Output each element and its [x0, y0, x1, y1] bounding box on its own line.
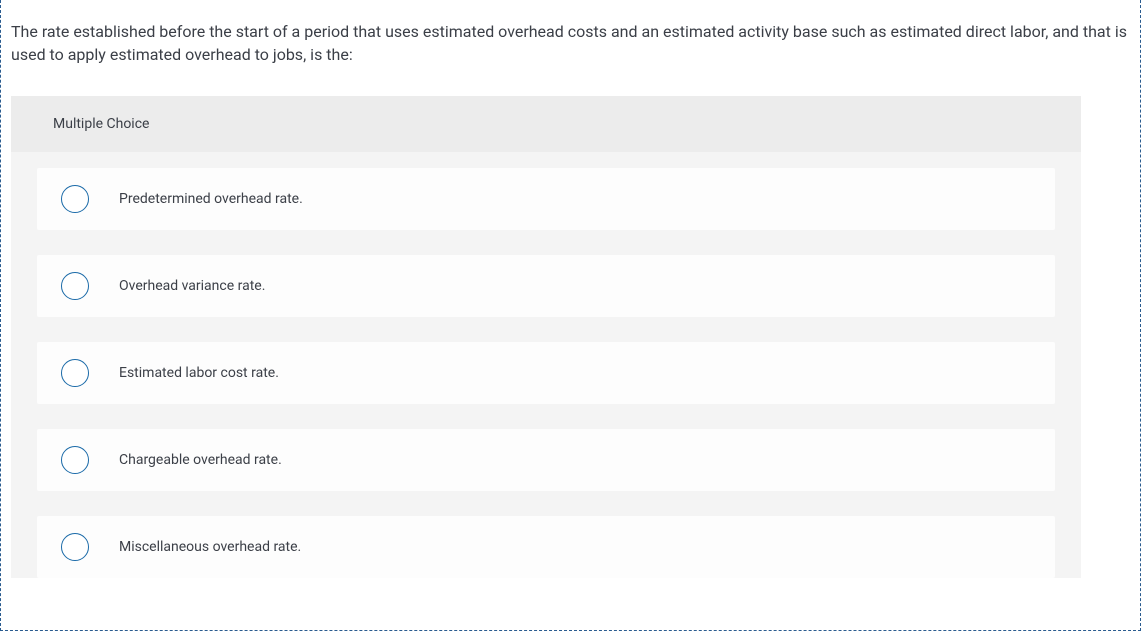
option-label: Overhead variance rate.	[119, 278, 265, 294]
option-0[interactable]: Predetermined overhead rate.	[37, 168, 1055, 230]
option-2[interactable]: Estimated labor cost rate.	[37, 342, 1055, 404]
option-label: Chargeable overhead rate.	[119, 452, 282, 468]
option-label: Predetermined overhead rate.	[119, 191, 303, 207]
option-1[interactable]: Overhead variance rate.	[37, 255, 1055, 317]
question-prompt: The rate established before the start of…	[1, 0, 1140, 96]
radio-icon[interactable]	[61, 185, 89, 213]
radio-icon[interactable]	[61, 272, 89, 300]
radio-icon[interactable]	[61, 446, 89, 474]
answer-block: Multiple Choice Predetermined overhead r…	[11, 96, 1081, 578]
radio-icon[interactable]	[61, 359, 89, 387]
options-list: Predetermined overhead rate. Overhead va…	[11, 152, 1081, 578]
option-4[interactable]: Miscellaneous overhead rate.	[37, 516, 1055, 578]
radio-icon[interactable]	[61, 533, 89, 561]
option-3[interactable]: Chargeable overhead rate.	[37, 429, 1055, 491]
option-label: Estimated labor cost rate.	[119, 365, 279, 381]
question-container: The rate established before the start of…	[0, 0, 1141, 631]
question-type-label: Multiple Choice	[11, 96, 1081, 152]
option-label: Miscellaneous overhead rate.	[119, 539, 301, 555]
